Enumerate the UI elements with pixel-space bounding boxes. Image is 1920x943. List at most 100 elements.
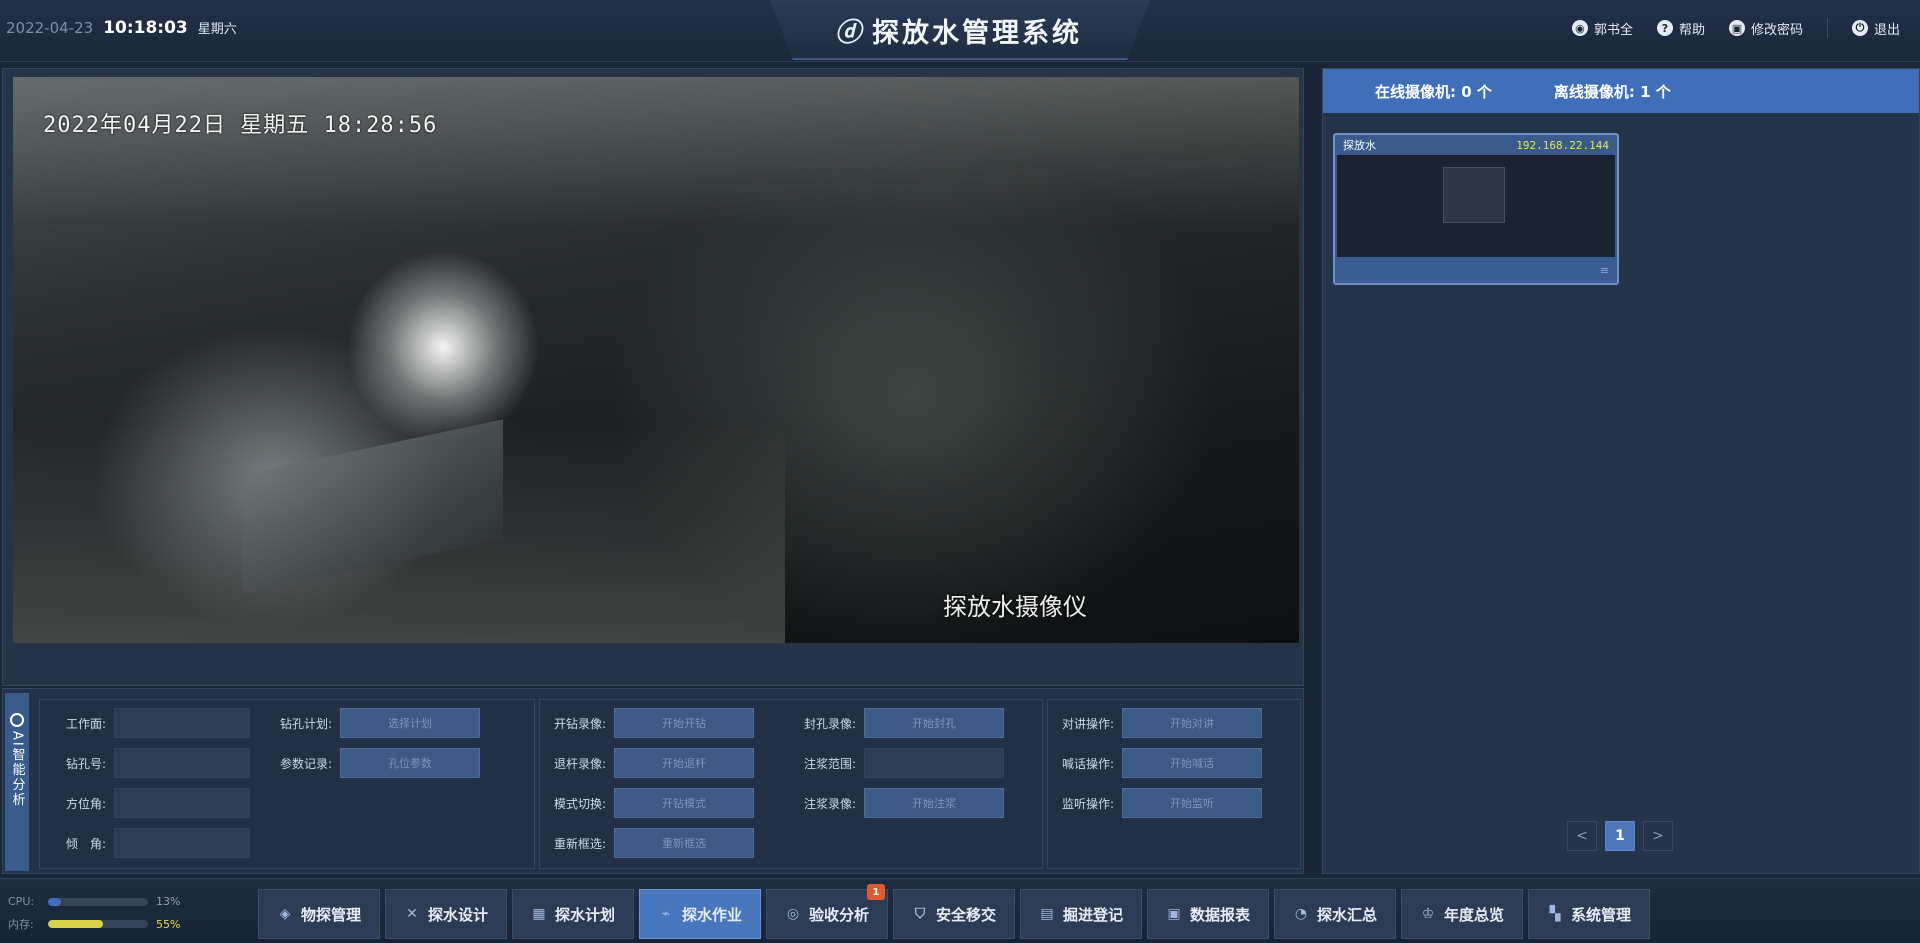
memory-bar-track [48, 920, 148, 928]
bottom-nav-bar: CPU: 13% 内存: 55% ◈ 物探管理 ✕ 探水设计 ▦ 探水计划 ⌁ 探水作业 ◎ 验收… [0, 878, 1920, 943]
param-record-row: 参数记录: 孔位参数 [266, 748, 480, 778]
document-icon: ▤ [1040, 906, 1054, 922]
video-roof-shade [13, 77, 1299, 227]
listen-op-row: 监听操作: 开始监听 [1048, 788, 1262, 818]
start-listen-button[interactable]: 开始监听 [1122, 788, 1262, 818]
nav-item-3[interactable]: ⌁ 探水作业 [639, 889, 761, 939]
start-broadcast-button[interactable]: 开始喊话 [1122, 748, 1262, 778]
work-face-row: 工作面: [40, 708, 250, 738]
nav-item-1[interactable]: ✕ 探水设计 [385, 889, 507, 939]
camera-card[interactable]: 探放水 192.168.22.144 ≡ [1333, 133, 1619, 285]
logout-label: 退出 [1873, 22, 1900, 38]
nav-item-label: 掘进登记 [1062, 905, 1123, 924]
nav-item-10[interactable]: ▚ 系统管理 [1528, 889, 1650, 939]
report-icon: ▣ [1167, 906, 1181, 922]
start-grout-button[interactable]: 开始注浆 [864, 788, 1004, 818]
azimuth-row: 方位角: [40, 788, 250, 818]
dip-field[interactable] [114, 828, 250, 858]
pagination: < 1 > [1567, 821, 1673, 851]
start-seal-button[interactable]: 开始封孔 [864, 708, 1004, 738]
withdraw-rec-label: 退杆录像: [553, 756, 606, 771]
intercom-group: 对讲操作: 开始对讲 喊话操作: 开始喊话 监听操作: 开始监听 [1047, 699, 1301, 869]
mode-switch-label: 模式切换: [553, 796, 606, 811]
broadcast-op-label: 喊话操作: [1061, 756, 1114, 771]
grid-calendar-icon: ▦ [532, 906, 546, 922]
ai-analysis-tab[interactable]: AI智能分析 [5, 693, 29, 871]
param-record-label: 参数记录: [279, 756, 332, 771]
dip-label: 倾 角: [65, 836, 106, 851]
logout-button[interactable]: ⏻ 退出 [1851, 19, 1900, 38]
azimuth-field[interactable] [114, 788, 250, 818]
power-icon: ⏻ [1851, 20, 1868, 36]
next-page-button[interactable]: > [1643, 821, 1673, 851]
camera-card-thumbnail [1443, 167, 1505, 223]
memory-label: 内存: [8, 918, 34, 931]
nav-item-label: 安全移交 [935, 905, 996, 924]
header-weekday: 星期六 [197, 22, 237, 37]
listen-op-label: 监听操作: [1061, 796, 1114, 811]
user-label: 郭书全 [1593, 22, 1633, 38]
camera-card-menu-icon[interactable]: ≡ [1600, 264, 1609, 277]
help-label: 帮助 [1678, 22, 1705, 38]
work-face-field[interactable] [114, 708, 250, 738]
video-panel: 2022年04月22日 星期五 18:28:56 探放水摄像仪 [2, 68, 1304, 686]
apps-icon: ▚ [1549, 906, 1561, 922]
memory-bar-fill [48, 920, 103, 928]
reselect-button[interactable]: 重新框选 [614, 828, 754, 858]
ai-icon [10, 713, 24, 727]
nav-item-6[interactable]: ▤ 掘进登记 [1020, 889, 1142, 939]
nav-item-label: 验收分析 [808, 905, 869, 924]
seal-rec-row: 封孔录像: 开始封孔 [790, 708, 1004, 738]
camera-video-feed[interactable]: 2022年04月22日 星期五 18:28:56 探放水摄像仪 [13, 77, 1299, 643]
nav-item-label: 物探管理 [300, 905, 361, 924]
change-password-button[interactable]: ▣ 修改密码 [1728, 19, 1803, 38]
memory-value: 55% [156, 917, 181, 931]
header-clock: 2022-04-23 10:18:03 星期六 [6, 18, 237, 38]
nav-item-5[interactable]: ⛉ 安全移交 [893, 889, 1015, 939]
video-osd-timestamp: 2022年04月22日 星期五 18:28:56 [43, 113, 438, 138]
drill-mode-button[interactable]: 开钻模式 [614, 788, 754, 818]
nav-item-0[interactable]: ◈ 物探管理 [258, 889, 380, 939]
camera-list-panel: 在线摄像机: 0 个 离线摄像机: 1 个 探放水 192.168.22.144… [1322, 68, 1920, 874]
main-nav: ◈ 物探管理 ✕ 探水设计 ▦ 探水计划 ⌁ 探水作业 ◎ 验收分析 1 ⛉ 安全移交 ▤ 掘进登记 ▣ 数据报… [258, 884, 1650, 939]
cross-tools-icon: ✕ [406, 906, 418, 922]
top-header: 2022-04-23 10:18:03 星期六 ⓓ 探放水管理系统 ◉ 郭书全 … [0, 0, 1920, 62]
hole-no-field[interactable] [114, 748, 250, 778]
header-date: 2022-04-23 [6, 19, 94, 37]
layers-icon: ◈ [279, 906, 291, 922]
nav-item-9[interactable]: ♔ 年度总览 [1401, 889, 1523, 939]
nav-item-2[interactable]: ▦ 探水计划 [512, 889, 634, 939]
select-plan-button[interactable]: 选择计划 [340, 708, 480, 738]
user-button[interactable]: ◉ 郭书全 [1571, 19, 1633, 38]
start-drill-button[interactable]: 开始开钻 [614, 708, 754, 738]
start-talk-button[interactable]: 开始对讲 [1122, 708, 1262, 738]
recording-group: 开钻录像: 开始开钻 退杆录像: 开始退杆 模式切换: 开钻模式 重新框选: 重… [539, 699, 1043, 869]
hole-no-label: 钻孔号: [65, 756, 106, 771]
grout-range-field[interactable] [864, 748, 1004, 778]
grout-rec-label: 注浆录像: [803, 796, 856, 811]
nav-item-4[interactable]: ◎ 验收分析 1 [766, 884, 888, 939]
mode-switch-row: 模式切换: 开钻模式 [540, 788, 754, 818]
nav-item-label: 探水设计 [427, 905, 488, 924]
nav-item-label: 系统管理 [1570, 905, 1631, 924]
ai-tab-label: AI智能分析 [9, 731, 25, 808]
camera-card-footer: ≡ [1335, 257, 1617, 283]
nav-item-8[interactable]: ◔ 探水汇总 [1274, 889, 1396, 939]
talk-op-row: 对讲操作: 开始对讲 [1048, 708, 1262, 738]
start-withdraw-button[interactable]: 开始退杆 [614, 748, 754, 778]
talk-op-label: 对讲操作: [1061, 716, 1114, 731]
reselect-label: 重新框选: [553, 836, 606, 851]
hole-param-button[interactable]: 孔位参数 [340, 748, 480, 778]
prev-page-button[interactable]: < [1567, 821, 1597, 851]
cpu-label: CPU: [8, 895, 35, 908]
page-1-button[interactable]: 1 [1605, 821, 1635, 851]
nav-item-7[interactable]: ▣ 数据报表 [1147, 889, 1269, 939]
header-actions: ◉ 郭书全 ? 帮助 ▣ 修改密码 ⏻ 退出 [1571, 18, 1900, 38]
reselect-row: 重新框选: 重新框选 [540, 828, 754, 858]
change-password-label: 修改密码 [1750, 22, 1803, 38]
user-icon: ◉ [1571, 20, 1588, 36]
grout-rec-row: 注浆录像: 开始注浆 [790, 788, 1004, 818]
help-button[interactable]: ? 帮助 [1656, 19, 1705, 38]
trophy-icon: ♔ [1421, 906, 1435, 922]
pie-chart-icon: ◔ [1294, 906, 1308, 922]
